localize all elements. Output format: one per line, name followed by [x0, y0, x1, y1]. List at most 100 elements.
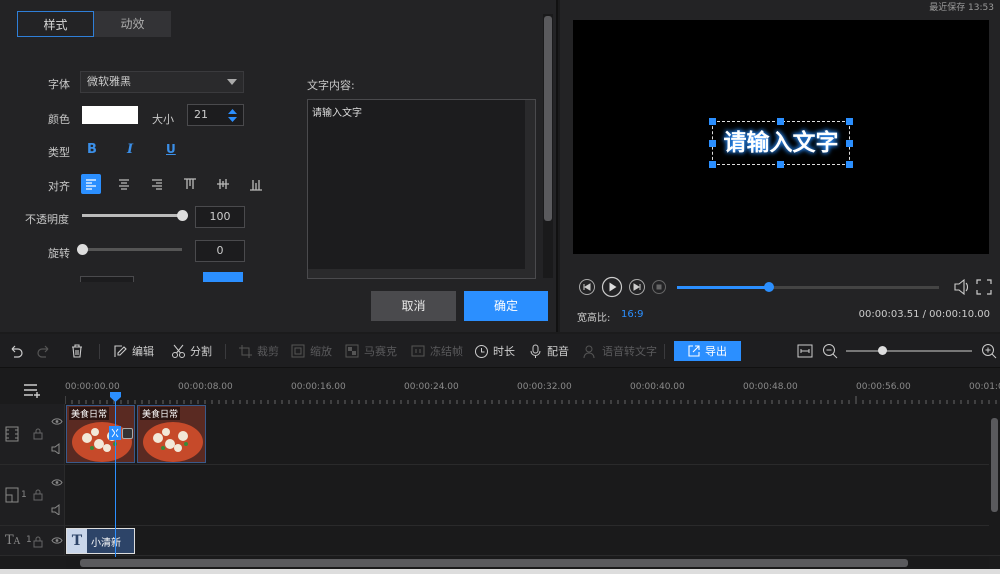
speaker-icon[interactable]	[51, 443, 63, 454]
freeze-icon	[411, 345, 425, 356]
transition-icon[interactable]	[122, 428, 133, 439]
vertical-scrollbar-thumb[interactable]	[991, 418, 998, 512]
font-select[interactable]: 微软雅黑	[80, 71, 244, 93]
resize-handle[interactable]	[846, 118, 853, 125]
lock-icon[interactable]	[33, 536, 43, 548]
play-icon[interactable]	[601, 276, 623, 298]
opacity-slider[interactable]	[82, 214, 182, 217]
add-track-icon[interactable]	[23, 382, 43, 398]
volume-icon[interactable]	[953, 279, 971, 295]
undo-icon[interactable]	[8, 343, 24, 359]
cancel-button[interactable]: 取消	[371, 291, 456, 321]
dub-button[interactable]: 配音	[528, 343, 569, 359]
text-content-input[interactable]: 请输入文字	[307, 99, 536, 279]
timeline-zoom-slider[interactable]	[846, 350, 972, 352]
lock-icon[interactable]	[33, 428, 43, 440]
timeline-vertical-scrollbar[interactable]	[989, 404, 1000, 554]
eye-icon[interactable]	[51, 478, 63, 487]
rotate-slider[interactable]	[82, 248, 182, 251]
bold-button[interactable]: B	[87, 142, 97, 157]
zoom-out-icon[interactable]	[822, 343, 838, 359]
speaker-icon[interactable]	[51, 504, 63, 515]
prev-frame-icon[interactable]	[578, 278, 596, 296]
text-horizontal-scrollbar[interactable]	[308, 269, 535, 278]
align-center-icon[interactable]	[114, 174, 134, 194]
tab-animation[interactable]: 动效	[94, 11, 171, 37]
redo-icon[interactable]	[36, 343, 52, 359]
align-middle-icon[interactable]	[213, 174, 233, 194]
resize-handle[interactable]	[709, 140, 716, 147]
font-value: 微软雅黑	[87, 75, 131, 88]
edit-button[interactable]: 编辑	[113, 343, 154, 359]
delete-icon[interactable]	[69, 343, 85, 359]
fullscreen-icon[interactable]	[976, 279, 992, 295]
stop-icon[interactable]	[651, 279, 667, 295]
opacity-input[interactable]: 100	[195, 206, 245, 228]
export-button[interactable]: 导出	[674, 341, 741, 361]
resize-handle[interactable]	[846, 140, 853, 147]
color-swatch[interactable]	[82, 106, 138, 124]
progress-handle[interactable]	[763, 282, 774, 292]
playback-progress[interactable]	[677, 286, 939, 289]
align-top-icon[interactable]	[180, 174, 200, 194]
text-clip[interactable]: T 小清新	[66, 528, 135, 554]
rotate-input[interactable]: 0	[195, 240, 245, 262]
text-overlay-box[interactable]: 请输入文字	[709, 118, 853, 168]
next-frame-icon[interactable]	[628, 278, 646, 296]
video-track-header	[0, 404, 65, 464]
ruler-tick-label: 00:00:40.00	[630, 382, 685, 392]
video-track: 美食日常 美食日常	[0, 404, 1000, 465]
progress-fill	[677, 286, 769, 289]
underline-button[interactable]: U	[166, 142, 176, 156]
aspect-value[interactable]: 16:9	[621, 309, 643, 320]
fit-timeline-icon[interactable]	[797, 343, 813, 359]
playhead-marker-icon[interactable]	[110, 392, 121, 402]
stepper-arrows-icon[interactable]	[228, 108, 237, 123]
eye-icon[interactable]	[51, 417, 63, 426]
speech-to-text-button[interactable]: 语音转文字	[583, 343, 657, 359]
resize-handle[interactable]	[777, 118, 784, 125]
align-left-button[interactable]	[81, 174, 101, 194]
playhead[interactable]	[115, 392, 116, 558]
resize-handle[interactable]	[846, 161, 853, 168]
mosaic-label: 马赛克	[364, 345, 397, 358]
tab-style[interactable]: 样式	[17, 11, 94, 37]
align-right-icon[interactable]	[147, 174, 167, 194]
resize-handle[interactable]	[709, 118, 716, 125]
opacity-label: 不透明度	[25, 213, 69, 226]
timeline-horizontal-scrollbar[interactable]	[66, 557, 989, 569]
preview-panel: 最近保存 13:53 请输入文字 宽高比: 16:9 00:00:03.51 /…	[560, 0, 1000, 332]
italic-button[interactable]: I	[127, 142, 133, 157]
eye-icon[interactable]	[51, 536, 63, 545]
panel-scrollbar[interactable]	[543, 14, 553, 278]
split-button[interactable]: 分割	[171, 343, 212, 359]
freeze-button[interactable]: 冻结帧	[411, 343, 463, 359]
overlay-icon	[5, 487, 19, 503]
size-stepper[interactable]: 21	[187, 104, 244, 126]
crop-button[interactable]: 裁剪	[238, 343, 279, 359]
ruler-tick-label: 00:00:48.00	[743, 382, 798, 392]
zoom-in-icon[interactable]	[981, 343, 997, 359]
rotate-slider-handle[interactable]	[77, 244, 88, 255]
lock-icon[interactable]	[33, 489, 43, 501]
partial-color-swatch[interactable]	[203, 272, 243, 282]
freeze-label: 冻结帧	[430, 345, 463, 358]
timeline-ruler[interactable]: 00:00:00.00 00:00:08.00 00:00:16.00 00:00:2…	[0, 368, 1000, 404]
horizontal-scrollbar-thumb[interactable]	[80, 559, 908, 567]
align-bottom-icon[interactable]	[246, 174, 266, 194]
align-label: 对齐	[48, 180, 70, 193]
duration-button[interactable]: 时长	[474, 343, 515, 359]
video-canvas[interactable]: 请输入文字	[573, 20, 989, 254]
resize-handle[interactable]	[777, 161, 784, 168]
zoom-icon	[291, 344, 305, 357]
confirm-button[interactable]: 确定	[464, 291, 548, 321]
video-clip[interactable]: 美食日常	[137, 405, 206, 463]
zoom-button[interactable]: 缩放	[291, 343, 332, 359]
opacity-slider-handle[interactable]	[177, 210, 188, 221]
resize-handle[interactable]	[709, 161, 716, 168]
text-vertical-scrollbar[interactable]	[525, 100, 535, 278]
scissors-icon	[172, 344, 185, 358]
mosaic-button[interactable]: 马赛克	[345, 343, 397, 359]
panel-scrollbar-thumb[interactable]	[544, 16, 552, 221]
timeline-zoom-handle[interactable]	[878, 346, 887, 355]
